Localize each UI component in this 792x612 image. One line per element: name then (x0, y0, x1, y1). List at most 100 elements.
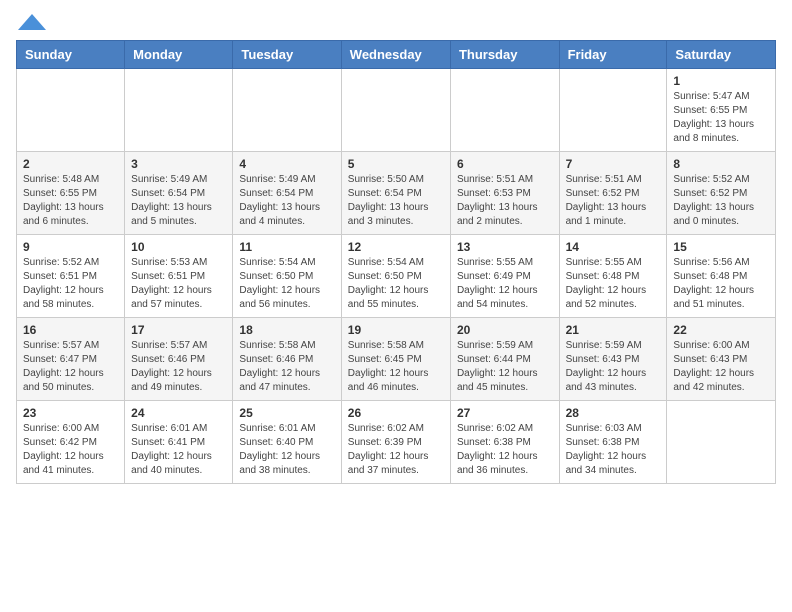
day-number: 20 (457, 323, 553, 337)
day-cell: 12 Sunrise: 5:54 AM Sunset: 6:50 PM Dayli… (341, 235, 450, 318)
day-cell: 24 Sunrise: 6:01 AM Sunset: 6:41 PM Dayli… (125, 401, 233, 484)
day-info: Sunrise: 6:00 AM Sunset: 6:43 PM Dayligh… (673, 339, 769, 395)
week-row-0: 1 Sunrise: 5:47 AM Sunset: 6:55 PM Daylig… (17, 69, 776, 152)
day-info: Sunrise: 6:01 AM Sunset: 6:41 PM Dayligh… (131, 422, 226, 478)
day-number: 5 (348, 157, 444, 171)
day-info: Sunrise: 6:02 AM Sunset: 6:39 PM Dayligh… (348, 422, 444, 478)
day-cell: 10 Sunrise: 5:53 AM Sunset: 6:51 PM Dayli… (125, 235, 233, 318)
day-cell: 14 Sunrise: 5:55 AM Sunset: 6:48 PM Dayli… (559, 235, 667, 318)
day-header-tuesday: Tuesday (233, 41, 341, 69)
day-cell: 28 Sunrise: 6:03 AM Sunset: 6:38 PM Dayli… (559, 401, 667, 484)
day-info: Sunrise: 5:59 AM Sunset: 6:43 PM Dayligh… (566, 339, 661, 395)
logo (16, 16, 46, 30)
day-cell (667, 401, 776, 484)
day-number: 18 (239, 323, 334, 337)
day-cell: 20Sunrise: 5:59 AM Sunset: 6:44 PM Dayli… (450, 318, 559, 401)
day-number: 4 (239, 157, 334, 171)
day-header-thursday: Thursday (450, 41, 559, 69)
day-cell: 22 Sunrise: 6:00 AM Sunset: 6:43 PM Dayli… (667, 318, 776, 401)
day-cell: 16 Sunrise: 5:57 AM Sunset: 6:47 PM Dayli… (17, 318, 125, 401)
day-number: 26 (348, 406, 444, 420)
day-info: Sunrise: 5:50 AM Sunset: 6:54 PM Dayligh… (348, 173, 444, 229)
day-info: Sunrise: 5:49 AM Sunset: 6:54 PM Dayligh… (131, 173, 226, 229)
day-cell: 2 Sunrise: 5:48 AM Sunset: 6:55 PM Daylig… (17, 152, 125, 235)
day-header-wednesday: Wednesday (341, 41, 450, 69)
day-number: 21 (566, 323, 661, 337)
day-cell: 17Sunrise: 5:57 AM Sunset: 6:46 PM Dayli… (125, 318, 233, 401)
day-number: 2 (23, 157, 118, 171)
day-number: 3 (131, 157, 226, 171)
page-header (16, 16, 776, 30)
day-cell (559, 69, 667, 152)
day-number: 15 (673, 240, 769, 254)
day-info: Sunrise: 5:52 AM Sunset: 6:51 PM Dayligh… (23, 256, 118, 312)
day-cell: 4 Sunrise: 5:49 AM Sunset: 6:54 PM Daylig… (233, 152, 341, 235)
day-number: 28 (566, 406, 661, 420)
day-info: Sunrise: 5:51 AM Sunset: 6:53 PM Dayligh… (457, 173, 553, 229)
day-number: 7 (566, 157, 661, 171)
calendar-table: SundayMondayTuesdayWednesdayThursdayFrid… (16, 40, 776, 484)
day-number: 8 (673, 157, 769, 171)
day-info: Sunrise: 5:47 AM Sunset: 6:55 PM Dayligh… (673, 90, 769, 146)
calendar-header-row: SundayMondayTuesdayWednesdayThursdayFrid… (17, 41, 776, 69)
day-cell: 26 Sunrise: 6:02 AM Sunset: 6:39 PM Dayli… (341, 401, 450, 484)
day-info: Sunrise: 5:54 AM Sunset: 6:50 PM Dayligh… (348, 256, 444, 312)
day-number: 14 (566, 240, 661, 254)
day-number: 13 (457, 240, 553, 254)
day-cell (233, 69, 341, 152)
day-cell: 5 Sunrise: 5:50 AM Sunset: 6:54 PM Daylig… (341, 152, 450, 235)
day-info: Sunrise: 5:56 AM Sunset: 6:48 PM Dayligh… (673, 256, 769, 312)
day-number: 1 (673, 74, 769, 88)
logo-icon (18, 14, 46, 30)
day-info: Sunrise: 5:57 AM Sunset: 6:47 PM Dayligh… (23, 339, 118, 395)
day-header-friday: Friday (559, 41, 667, 69)
day-number: 23 (23, 406, 118, 420)
day-info: Sunrise: 6:01 AM Sunset: 6:40 PM Dayligh… (239, 422, 334, 478)
day-cell: 13 Sunrise: 5:55 AM Sunset: 6:49 PM Dayli… (450, 235, 559, 318)
day-header-sunday: Sunday (17, 41, 125, 69)
day-header-saturday: Saturday (667, 41, 776, 69)
day-number: 25 (239, 406, 334, 420)
day-cell: 1 Sunrise: 5:47 AM Sunset: 6:55 PM Daylig… (667, 69, 776, 152)
day-number: 6 (457, 157, 553, 171)
day-number: 16 (23, 323, 118, 337)
day-info: Sunrise: 5:48 AM Sunset: 6:55 PM Dayligh… (23, 173, 118, 229)
day-cell: 6 Sunrise: 5:51 AM Sunset: 6:53 PM Daylig… (450, 152, 559, 235)
day-cell: 3 Sunrise: 5:49 AM Sunset: 6:54 PM Daylig… (125, 152, 233, 235)
day-number: 11 (239, 240, 334, 254)
week-row-2: 9 Sunrise: 5:52 AM Sunset: 6:51 PM Daylig… (17, 235, 776, 318)
day-cell: 11 Sunrise: 5:54 AM Sunset: 6:50 PM Dayli… (233, 235, 341, 318)
day-cell (125, 69, 233, 152)
day-cell: 19 Sunrise: 5:58 AM Sunset: 6:45 PM Dayli… (341, 318, 450, 401)
day-info: Sunrise: 5:53 AM Sunset: 6:51 PM Dayligh… (131, 256, 226, 312)
day-info: Sunrise: 5:52 AM Sunset: 6:52 PM Dayligh… (673, 173, 769, 229)
day-cell: 9 Sunrise: 5:52 AM Sunset: 6:51 PM Daylig… (17, 235, 125, 318)
day-cell: 15 Sunrise: 5:56 AM Sunset: 6:48 PM Dayli… (667, 235, 776, 318)
day-number: 24 (131, 406, 226, 420)
day-info: Sunrise: 5:58 AM Sunset: 6:45 PM Dayligh… (348, 339, 444, 395)
day-info: Sunrise: 5:54 AM Sunset: 6:50 PM Dayligh… (239, 256, 334, 312)
week-row-4: 23 Sunrise: 6:00 AM Sunset: 6:42 PM Dayli… (17, 401, 776, 484)
day-info: Sunrise: 5:55 AM Sunset: 6:49 PM Dayligh… (457, 256, 553, 312)
day-info: Sunrise: 6:03 AM Sunset: 6:38 PM Dayligh… (566, 422, 661, 478)
day-number: 10 (131, 240, 226, 254)
day-cell: 8 Sunrise: 5:52 AM Sunset: 6:52 PM Daylig… (667, 152, 776, 235)
day-info: Sunrise: 5:57 AM Sunset: 6:46 PM Dayligh… (131, 339, 226, 395)
day-number: 22 (673, 323, 769, 337)
day-info: Sunrise: 5:58 AM Sunset: 6:46 PM Dayligh… (239, 339, 334, 395)
day-number: 27 (457, 406, 553, 420)
day-cell (17, 69, 125, 152)
day-info: Sunrise: 6:02 AM Sunset: 6:38 PM Dayligh… (457, 422, 553, 478)
day-info: Sunrise: 6:00 AM Sunset: 6:42 PM Dayligh… (23, 422, 118, 478)
day-cell: 21 Sunrise: 5:59 AM Sunset: 6:43 PM Dayli… (559, 318, 667, 401)
day-cell: 7Sunrise: 5:51 AM Sunset: 6:52 PM Daylig… (559, 152, 667, 235)
day-number: 12 (348, 240, 444, 254)
day-number: 9 (23, 240, 118, 254)
day-number: 19 (348, 323, 444, 337)
week-row-3: 16 Sunrise: 5:57 AM Sunset: 6:47 PM Dayli… (17, 318, 776, 401)
day-cell: 27 Sunrise: 6:02 AM Sunset: 6:38 PM Dayli… (450, 401, 559, 484)
day-cell: 18 Sunrise: 5:58 AM Sunset: 6:46 PM Dayli… (233, 318, 341, 401)
day-info: Sunrise: 5:55 AM Sunset: 6:48 PM Dayligh… (566, 256, 661, 312)
day-cell (341, 69, 450, 152)
day-info: Sunrise: 5:49 AM Sunset: 6:54 PM Dayligh… (239, 173, 334, 229)
